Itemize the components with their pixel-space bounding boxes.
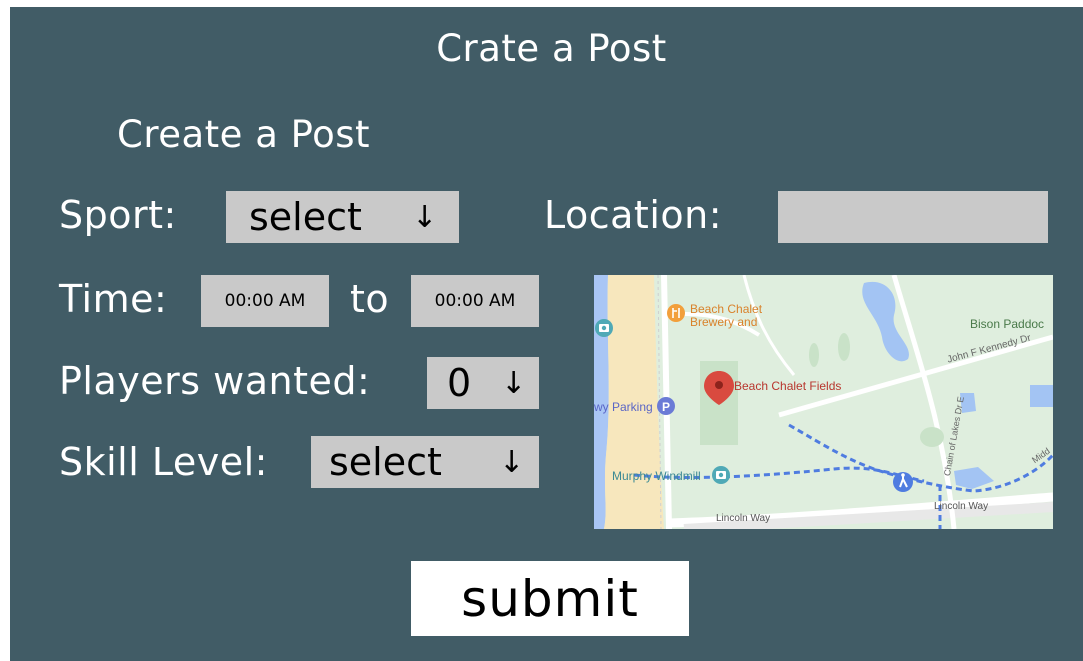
players-wanted-value: 0 [447, 361, 472, 405]
map-label-brewery-line1: Beach Chalet [690, 302, 763, 316]
location-field[interactable] [778, 191, 1048, 243]
map-label-fields: Beach Chalet Fields [734, 379, 842, 393]
location-map[interactable]: P Beach Chalet Brewery and Bison Paddoc [594, 275, 1053, 529]
map-label-windmill: Murphy Windmill [612, 469, 701, 483]
submit-button[interactable]: submit [411, 561, 689, 636]
time-separator: to [350, 277, 390, 321]
time-end-field[interactable]: 00:00 AM [411, 275, 539, 327]
svg-text:P: P [662, 400, 670, 414]
map-label-lincoln-way-1: Lincoln Way [716, 513, 771, 524]
time-start-field[interactable]: 00:00 AM [201, 275, 329, 327]
sport-select-value: select [249, 195, 362, 239]
skill-level-select[interactable]: select ↓ [311, 436, 539, 488]
form-panel: Crate a Post Create a Post Sport: select… [10, 7, 1083, 661]
form-heading: Create a Post [117, 113, 371, 156]
skill-level-value: select [329, 440, 442, 484]
sport-chevron-down-icon: ↓ [412, 199, 438, 235]
map-label-lincoln-way-2: Lincoln Way [934, 501, 989, 512]
map-graphic: P [594, 275, 1053, 529]
map-label-brewery-line2: Brewery and [690, 315, 758, 329]
time-label: Time: [59, 277, 168, 321]
map-label-parking: wy Parking [594, 400, 653, 414]
map-label-bison: Bison Paddoc [970, 317, 1045, 331]
page-header-title: Crate a Post [436, 27, 667, 70]
map-camera-icon [595, 319, 613, 337]
location-label: Location: [544, 193, 723, 237]
map-restaurant-icon [667, 304, 685, 322]
players-wanted-select[interactable]: 0 ↓ [427, 357, 539, 409]
time-end-value: 00:00 AM [434, 291, 516, 311]
map-parking-icon: P [657, 397, 675, 415]
map-hiker-icon [893, 472, 913, 492]
skill-level-label: Skill Level: [59, 440, 268, 484]
sport-select[interactable]: select ↓ [226, 191, 459, 243]
players-chevron-down-icon: ↓ [501, 365, 527, 401]
players-wanted-label: Players wanted: [59, 359, 371, 403]
time-start-value: 00:00 AM [224, 291, 306, 311]
sport-label: Sport: [59, 193, 177, 237]
map-windmill-camera-icon [712, 466, 730, 484]
skill-chevron-down-icon: ↓ [499, 444, 525, 480]
